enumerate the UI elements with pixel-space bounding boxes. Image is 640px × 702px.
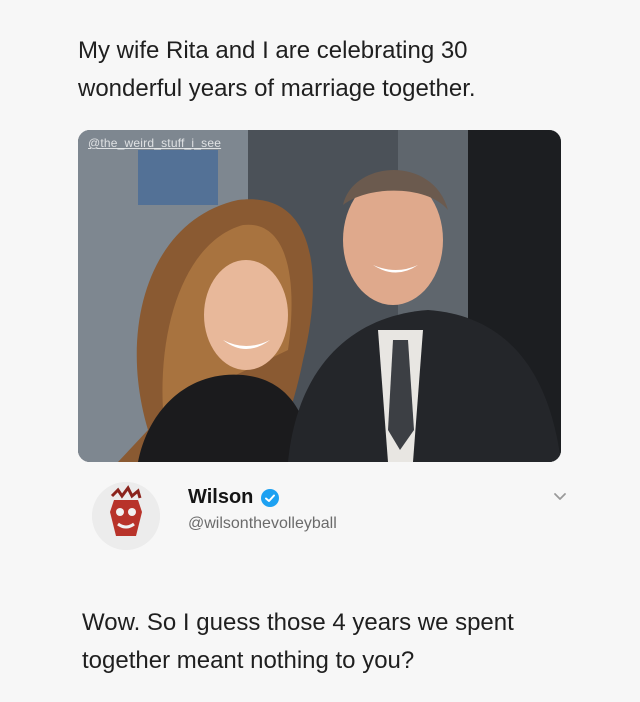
avatar[interactable] — [92, 482, 160, 550]
reply-text: Wow. So I guess those 4 years we spent t… — [82, 609, 514, 674]
display-name[interactable]: Wilson — [188, 486, 253, 509]
post-text: My wife Rita and I are celebrating 30 wo… — [78, 37, 476, 102]
user-handle[interactable]: @wilsonthevolleyball — [188, 515, 337, 533]
photo-watermark: @the_weird_stuff_i_see — [88, 136, 222, 150]
verified-badge-icon — [261, 488, 280, 507]
photo-illustration — [78, 130, 561, 462]
reply-header: Wilson @wilsonthevolleyball — [92, 480, 592, 570]
chevron-down-icon[interactable] — [552, 488, 568, 504]
volleyball-face-icon — [92, 482, 160, 550]
post-photo[interactable]: @the_weird_stuff_i_see — [78, 130, 561, 462]
